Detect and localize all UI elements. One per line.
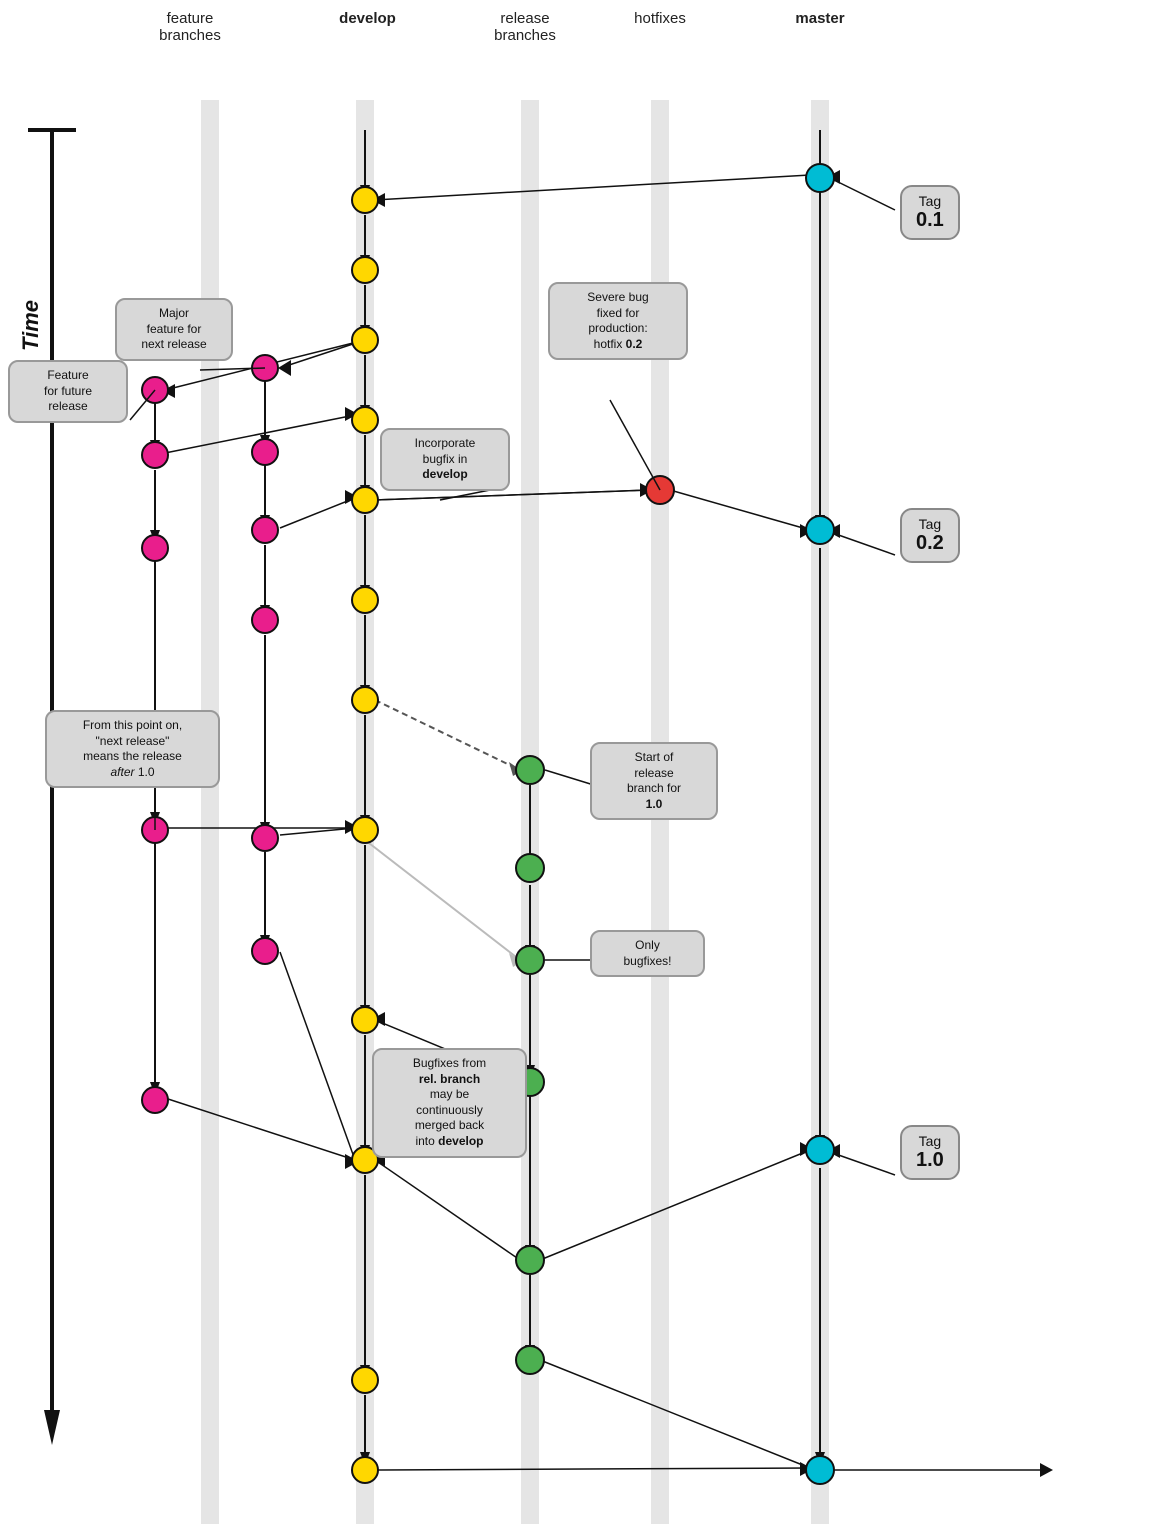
develop-label: develop [330, 10, 405, 27]
tag-10: Tag 1.0 [900, 1125, 960, 1180]
tag-01-num: 0.1 [916, 209, 944, 232]
bugfixes-from-callout: Bugfixes fromrel. branchmay becontinuous… [372, 1048, 527, 1158]
release-branches-label: releasebranches [470, 10, 580, 44]
time-label: Time [18, 300, 44, 351]
severe-bug-callout: Severe bugfixed forproduction:hotfix 0.2 [548, 282, 688, 360]
feature-branches-label: featurebranches [145, 10, 235, 44]
tag-01-label: Tag [919, 193, 942, 209]
from-this-point-callout: From this point on,"next release"means t… [45, 710, 220, 788]
tag-10-num: 1.0 [916, 1149, 944, 1172]
hotfixes-label: hotfixes [615, 10, 705, 27]
tag-10-label: Tag [919, 1133, 942, 1149]
start-release-callout: Start ofreleasebranch for1.0 [590, 742, 718, 820]
only-bugfixes-callout: Onlybugfixes! [590, 930, 705, 977]
tag-02: Tag 0.2 [900, 508, 960, 563]
tag-02-num: 0.2 [916, 532, 944, 555]
tag-02-label: Tag [919, 516, 942, 532]
major-feature-callout: Majorfeature fornext release [115, 298, 233, 361]
master-label: master [780, 10, 860, 27]
incorporate-bugfix-callout: Incorporatebugfix indevelop [380, 428, 510, 491]
tag-01: Tag 0.1 [900, 185, 960, 240]
feature-future-callout: Featurefor futurerelease [8, 360, 128, 423]
